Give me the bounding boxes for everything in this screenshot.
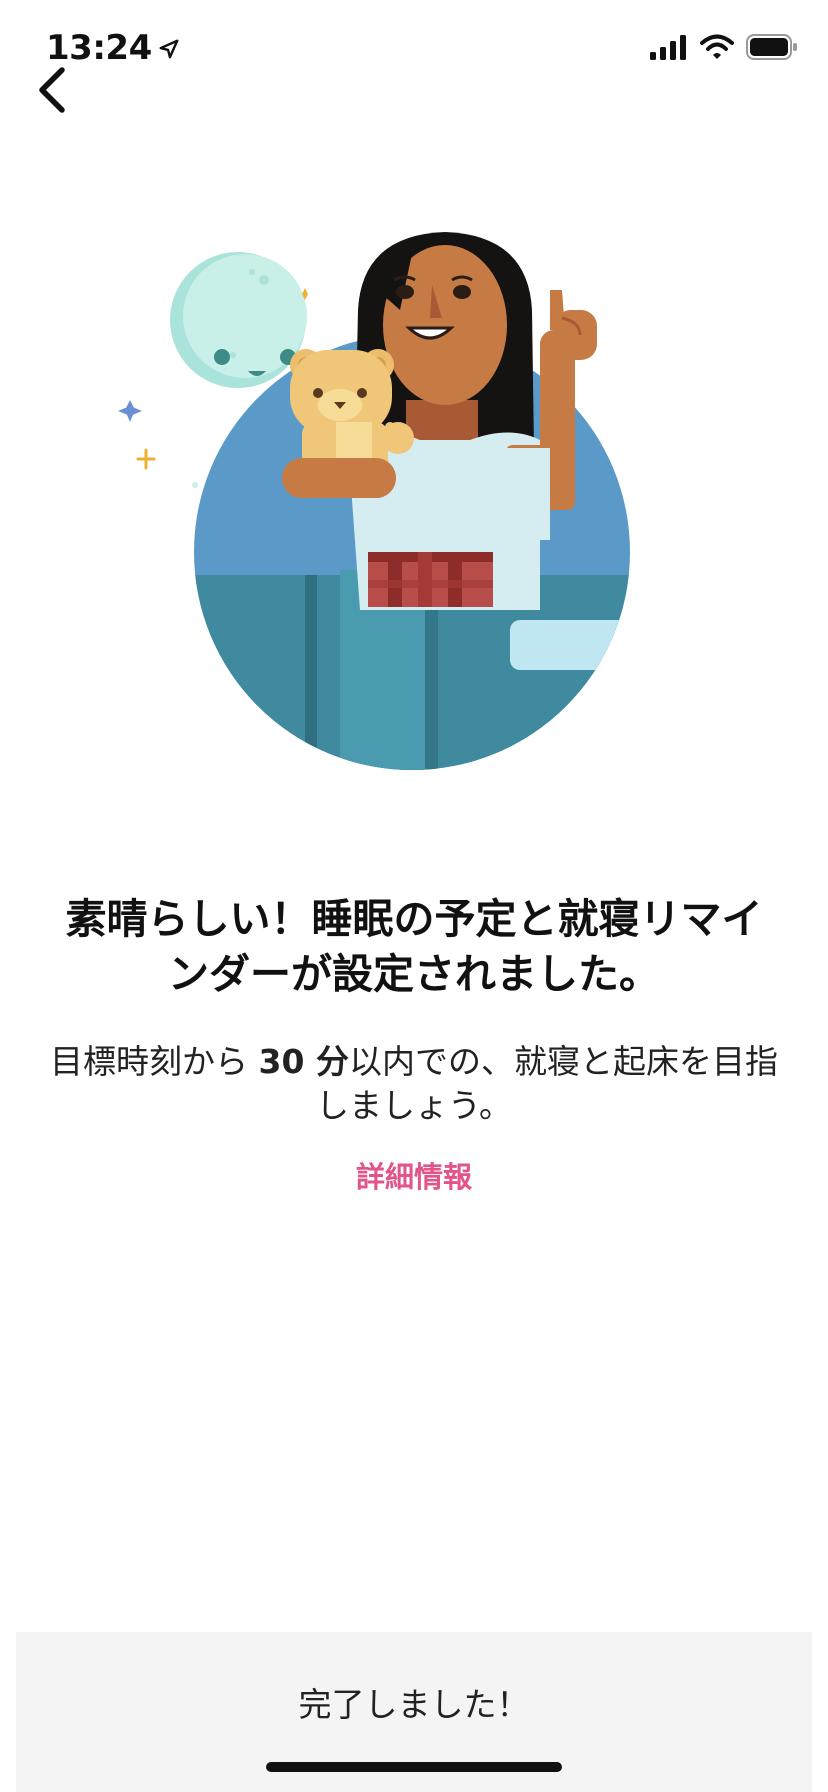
subtext-before: 目標時刻から bbox=[50, 1042, 259, 1081]
battery-icon bbox=[746, 34, 797, 60]
chevron-left-icon bbox=[39, 67, 65, 113]
hero-illustration bbox=[100, 200, 720, 800]
back-button[interactable] bbox=[22, 60, 82, 120]
wifi-icon bbox=[700, 34, 734, 59]
cellular-signal-icon bbox=[650, 35, 686, 60]
subtext-number: 30 分 bbox=[258, 1042, 349, 1081]
home-indicator bbox=[266, 1762, 562, 1772]
status-icons bbox=[650, 34, 798, 60]
status-bar: 13:24 bbox=[0, 0, 828, 100]
details-link[interactable]: 詳細情報 bbox=[314, 1154, 514, 1196]
done-button[interactable]: 完了しました！ bbox=[16, 1632, 812, 1772]
location-arrow-icon bbox=[159, 39, 179, 59]
moon bbox=[170, 252, 307, 388]
headline: 素晴らしい！睡眠の予定と就寝リマインダーが設定されました。 bbox=[65, 895, 763, 998]
woman-with-teddy-bear-and-moon-illustration bbox=[118, 232, 630, 770]
plaid-pants bbox=[368, 552, 493, 607]
subtext-after: 以内での、就寝と起床を目指しましょう。 bbox=[315, 1042, 778, 1125]
subtext: 目標時刻から 30 分以内での、就寝と起床を目指しましょう。 bbox=[50, 1040, 778, 1128]
